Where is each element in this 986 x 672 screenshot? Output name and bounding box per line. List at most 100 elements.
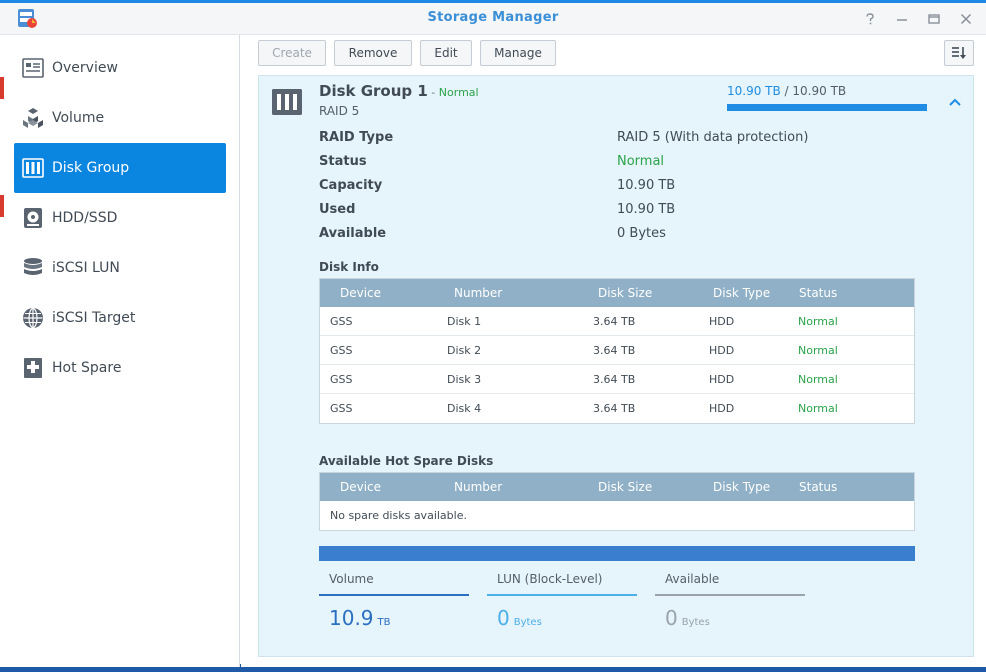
stat-unit: Bytes xyxy=(513,617,542,628)
cell-number: Disk 2 xyxy=(447,344,482,357)
desktop-edge xyxy=(0,77,4,99)
property-value: Normal xyxy=(617,154,665,169)
remove-button[interactable]: Remove xyxy=(334,40,412,66)
cell-disk-type: HDD xyxy=(709,402,735,415)
capacity-bar xyxy=(727,104,927,111)
column-header-disk-size[interactable]: Disk Size xyxy=(598,480,652,494)
stat-label: Available xyxy=(665,572,720,586)
sidebar-item-iscsi-target[interactable]: iSCSI Target xyxy=(14,293,226,343)
usage-stat-volume: Volume 10.9 TB xyxy=(319,572,469,630)
window-title: Storage Manager xyxy=(427,10,559,25)
usage-bar xyxy=(319,546,915,561)
sidebar-item-disk-group[interactable]: Disk Group xyxy=(14,143,226,193)
sort-button[interactable] xyxy=(944,40,974,66)
sidebar-item-label: Disk Group xyxy=(52,160,130,176)
column-header-number[interactable]: Number xyxy=(454,286,502,300)
capacity-separator: / xyxy=(780,84,793,98)
sidebar-item-overview[interactable]: Overview xyxy=(14,43,226,93)
close-icon[interactable] xyxy=(956,9,976,29)
capacity-summary: 10.90 TB / 10.90 TB xyxy=(727,84,846,98)
chevron-up-icon[interactable] xyxy=(947,94,963,110)
property-key: Used xyxy=(319,202,356,217)
property-key: Capacity xyxy=(319,178,383,193)
hdd-icon xyxy=(22,207,44,229)
cell-status: Normal xyxy=(798,373,838,386)
disk-group-raid: RAID 5 xyxy=(319,104,360,118)
table-row[interactable]: GSS Disk 4 3.64 TB HDD Normal xyxy=(320,394,914,423)
property-key: RAID Type xyxy=(319,130,394,145)
sidebar-item-label: Volume xyxy=(52,110,105,126)
stat-underline xyxy=(487,594,637,596)
cell-device: GSS xyxy=(330,315,353,328)
empty-message: No spare disks available. xyxy=(330,509,467,522)
table-row[interactable]: GSS Disk 1 3.64 TB HDD Normal xyxy=(320,307,914,336)
usage-stat-available: Available 0 Bytes xyxy=(655,572,805,630)
cell-status: Normal xyxy=(798,344,838,357)
disk-group-icon xyxy=(272,89,302,115)
disk-group-icon xyxy=(22,157,44,179)
create-button[interactable]: Create xyxy=(258,40,326,66)
cell-device: GSS xyxy=(330,402,353,415)
table-row[interactable]: GSS Disk 2 3.64 TB HDD Normal xyxy=(320,336,914,365)
cell-device: GSS xyxy=(330,344,353,357)
disk-info-table: Device Number Disk Size Disk Type Status… xyxy=(319,278,915,424)
property-value: RAID 5 (With data protection) xyxy=(617,130,809,145)
disk-group-panel: Disk Group 1 - Normal RAID 5 10.90 TB / … xyxy=(258,75,974,657)
cell-disk-type: HDD xyxy=(709,373,735,386)
disk-group-status: Normal xyxy=(438,86,479,99)
column-header-disk-type[interactable]: Disk Type xyxy=(713,286,770,300)
cell-disk-type: HDD xyxy=(709,315,735,328)
column-header-device[interactable]: Device xyxy=(340,286,381,300)
property-key: Available xyxy=(319,226,387,241)
table-row[interactable]: GSS Disk 3 3.64 TB HDD Normal xyxy=(320,365,914,394)
minimize-icon[interactable] xyxy=(892,9,912,29)
disk-group-title: Disk Group 1 - Normal xyxy=(319,82,479,100)
column-header-status[interactable]: Status xyxy=(799,286,837,300)
hot-spare-title: Available Hot Spare Disks xyxy=(319,454,494,468)
stat-unit: Bytes xyxy=(681,617,710,628)
capacity-used: 10.90 TB xyxy=(727,84,781,98)
capacity-total: 10.90 TB xyxy=(792,84,847,98)
cell-number: Disk 4 xyxy=(447,402,482,415)
volume-icon xyxy=(22,107,44,129)
hot-spare-icon xyxy=(22,357,44,379)
sidebar-item-hot-spare[interactable]: Hot Spare xyxy=(14,343,226,393)
stat-underline xyxy=(319,594,469,596)
sidebar-item-label: Hot Spare xyxy=(52,360,122,376)
property-value: 10.90 TB xyxy=(617,202,676,217)
sidebar: Overview Volume Disk Group HDD/SSD iSCSI xyxy=(0,35,240,667)
stat-unit: TB xyxy=(377,617,391,628)
cell-device: GSS xyxy=(330,373,353,386)
stat-label: Volume xyxy=(329,572,374,586)
sidebar-item-hdd-ssd[interactable]: HDD/SSD xyxy=(14,193,226,243)
desktop-edge xyxy=(0,195,4,217)
empty-row: No spare disks available. xyxy=(320,501,914,530)
capacity-bar-fill xyxy=(727,104,927,111)
column-header-disk-size[interactable]: Disk Size xyxy=(598,286,652,300)
cell-number: Disk 1 xyxy=(447,315,482,328)
title-bar: Storage Manager xyxy=(0,3,986,35)
storage-manager-window: Storage Manager Overview Volume Disk Gro… xyxy=(0,0,986,667)
table-header: Device Number Disk Size Disk Type Status xyxy=(320,279,914,307)
sidebar-item-label: iSCSI LUN xyxy=(52,260,120,276)
cell-disk-size: 3.64 TB xyxy=(593,344,636,357)
column-header-status[interactable]: Status xyxy=(799,480,837,494)
sort-icon xyxy=(952,47,966,59)
column-header-disk-type[interactable]: Disk Type xyxy=(713,480,770,494)
maximize-icon[interactable] xyxy=(924,9,944,29)
sidebar-item-label: Overview xyxy=(52,60,118,76)
hot-spare-table: Device Number Disk Size Disk Type Status… xyxy=(319,472,915,531)
cell-disk-size: 3.64 TB xyxy=(593,402,636,415)
sidebar-item-volume[interactable]: Volume xyxy=(14,93,226,143)
column-header-device[interactable]: Device xyxy=(340,480,381,494)
stat-value: 10.9 xyxy=(329,606,374,630)
sidebar-item-iscsi-lun[interactable]: iSCSI LUN xyxy=(14,243,226,293)
manage-button[interactable]: Manage xyxy=(480,40,556,66)
column-header-number[interactable]: Number xyxy=(454,480,502,494)
stat-value: 0 xyxy=(497,606,510,630)
help-icon[interactable] xyxy=(860,9,880,29)
title-separator: - xyxy=(427,86,439,99)
property-key: Status xyxy=(319,154,367,169)
edit-button[interactable]: Edit xyxy=(420,40,472,66)
cell-disk-type: HDD xyxy=(709,344,735,357)
